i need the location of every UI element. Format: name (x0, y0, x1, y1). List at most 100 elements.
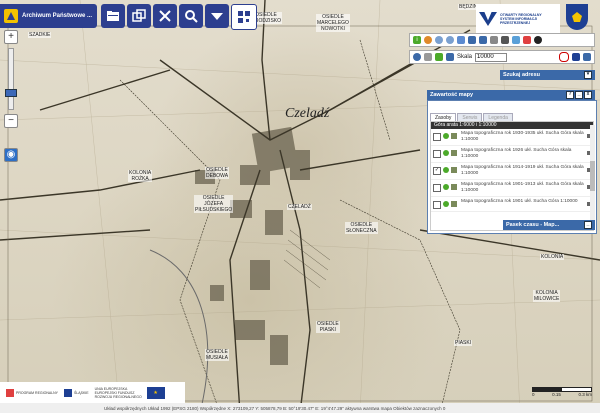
slaskie-logo: ŚLĄSKIE (64, 387, 89, 399)
qr-button[interactable] (231, 4, 257, 30)
layer-row[interactable]: Mapa topograficzna rok 1901-1913 ukł. Su… (431, 180, 593, 197)
zoom-out-tool-icon[interactable] (446, 36, 454, 44)
content-panel-header[interactable]: Zawartość mapy ? _ x (427, 90, 595, 100)
search-address-title: Szukaj adresu (503, 72, 540, 78)
status-text: Układ współrzędnych Układ 1992 (EPSG 218… (104, 405, 446, 411)
archive-logo-icon (4, 9, 18, 23)
layer-row[interactable]: Mapa topograficzna rok 1930-1935 ukł. Su… (431, 129, 593, 146)
help-panel-icon[interactable]: ? (566, 91, 574, 99)
grid-icon[interactable] (424, 53, 432, 61)
search-button[interactable] (179, 4, 203, 28)
layer-status-icon (443, 150, 449, 156)
zoom-slider[interactable] (5, 48, 17, 110)
minimize-icon[interactable]: _ (575, 91, 583, 99)
layer-name: Mapa topograficzna rok 1930-1935 ukł. Su… (461, 131, 584, 142)
close-icon[interactable]: x (584, 91, 592, 99)
scale-bar-tick: 0.3 km (578, 392, 592, 397)
map-tools-row-1: i (409, 33, 595, 47)
layer-checkbox[interactable] (433, 201, 441, 209)
folder-button[interactable] (101, 4, 125, 28)
pan-icon[interactable] (424, 36, 432, 44)
layer-checkbox[interactable] (433, 133, 441, 141)
help-icon[interactable] (583, 53, 591, 61)
scale-bar-tick: 0 (532, 392, 535, 397)
layer-name: Mapa topograficzna rok 1901-1913 ukł. Su… (461, 182, 584, 193)
scale-bar-tick: 0.15 (552, 392, 561, 397)
back-icon[interactable] (468, 36, 476, 44)
eu-logo: UNIA EUROPEJSKA EUROPEJSKI FUNDUSZ ROZWO… (94, 386, 165, 399)
zoom-in-tool-icon[interactable] (435, 36, 443, 44)
search-icon (185, 10, 198, 23)
layer-type-icon (451, 201, 457, 207)
main-toolbar: Archiwum Państwowe ... (0, 0, 270, 30)
zoom-out-button[interactable]: − (4, 114, 18, 128)
tools-button[interactable] (153, 4, 177, 28)
minimize-icon[interactable]: _ (584, 221, 592, 229)
layer-row[interactable]: Mapa topograficzna rok 1901 ukł. Sucha G… (431, 197, 593, 212)
tools-icon (159, 10, 171, 22)
highlight-icon[interactable] (523, 36, 531, 44)
map-label: OSIEDLE JÓZEFA PIŁSUDSKIEGO (194, 195, 234, 213)
layer-status-icon (443, 201, 449, 207)
layer-row[interactable]: ✓ Mapa topograficzna rok 1914-1919 ukł. … (431, 163, 593, 180)
layer-row[interactable]: Mapa topograficzna rok 1926 ukł. Sucha G… (431, 146, 593, 163)
windows-button[interactable] (127, 4, 151, 28)
map-label: SZADKIE (28, 32, 52, 38)
poland-flag-icon[interactable] (559, 52, 569, 62)
collapse-icon[interactable]: ▾ (584, 71, 592, 79)
map-label: KOLONIA (540, 254, 565, 260)
map-label: OSIEDLE MARCELEGO NOWOTKI (316, 14, 350, 32)
map-label: OSIEDLE PIASKI (316, 321, 340, 333)
eu-flag-icon: ★ (146, 386, 165, 399)
crosshair-icon[interactable] (413, 53, 421, 61)
window-icon (132, 9, 146, 22)
globe-icon[interactable] (446, 53, 454, 61)
program-logo-text: PROGRAM REGIONALNY (16, 390, 59, 395)
footer-logos: PROGRAM REGIONALNY ŚLĄSKIE UNIA EUROPEJS… (0, 382, 185, 403)
program-logo-icon (6, 388, 14, 397)
forward-icon[interactable] (479, 36, 487, 44)
uk-flag-icon[interactable] (572, 53, 580, 61)
content-panel-title: Zawartość mapy (430, 92, 474, 98)
measure-icon[interactable] (512, 36, 520, 44)
content-panel: Zasoby Serwis Legenda Góra arata 1:6000 … (427, 100, 597, 234)
layer-checkbox-checked[interactable]: ✓ (433, 167, 441, 175)
eye-icon[interactable] (534, 36, 542, 44)
layer-checkbox[interactable] (433, 150, 441, 158)
map-label: PIASKI (454, 340, 473, 346)
layer-type-icon (451, 184, 457, 190)
qr-icon (238, 11, 250, 23)
layers-icon (211, 13, 223, 20)
scale-label: Skala (457, 54, 473, 60)
coat-of-arms-icon (566, 4, 588, 30)
layer-type-icon (451, 167, 457, 173)
map-label: CZELADŹ (287, 204, 312, 210)
overview-button[interactable]: ◉ (4, 148, 18, 162)
zoom-extent-icon[interactable] (457, 36, 465, 44)
info-icon[interactable]: i (413, 36, 421, 44)
layer-checkbox[interactable] (433, 184, 441, 192)
layer-name: Mapa topograficzna rok 1901 ukł. Sucha G… (461, 199, 578, 204)
print-icon[interactable] (490, 36, 498, 44)
map-label: KOLONIA ROŻKA (128, 170, 153, 182)
save-icon[interactable] (501, 36, 509, 44)
time-bar-title: Pasek czasu - Map... (506, 222, 560, 228)
orsip-mark-icon (479, 12, 497, 26)
time-bar-panel-header[interactable]: Pasek czasu - Map... _ (503, 220, 595, 230)
layer-status-icon (443, 184, 449, 190)
eu-logo-text: UNIA EUROPEJSKA EUROPEJSKI FUNDUSZ ROZWO… (94, 386, 142, 399)
zoom-slider-handle[interactable] (5, 89, 17, 97)
layer-list: Góra arata 1:6000 i 1:10000 Mapa topogra… (430, 121, 594, 231)
select-icon[interactable] (435, 53, 443, 61)
zoom-in-button[interactable]: + (4, 30, 18, 44)
search-address-panel-header[interactable]: Szukaj adresu ▾ (500, 70, 595, 80)
layer-scrollbar-thumb[interactable] (590, 161, 595, 191)
slaskie-logo-icon (64, 388, 73, 397)
map-label: OSIEDLE MUSIAŁA (205, 349, 229, 361)
layer-group-header[interactable]: Góra arata 1:6000 i 1:10000 (431, 122, 593, 129)
layers-button[interactable] (205, 4, 229, 28)
app-title-text: Archiwum Państwowe ... (22, 13, 93, 19)
layer-status-icon (443, 133, 449, 139)
app-title-button[interactable]: Archiwum Państwowe ... (0, 4, 97, 28)
scale-input[interactable] (475, 52, 508, 62)
